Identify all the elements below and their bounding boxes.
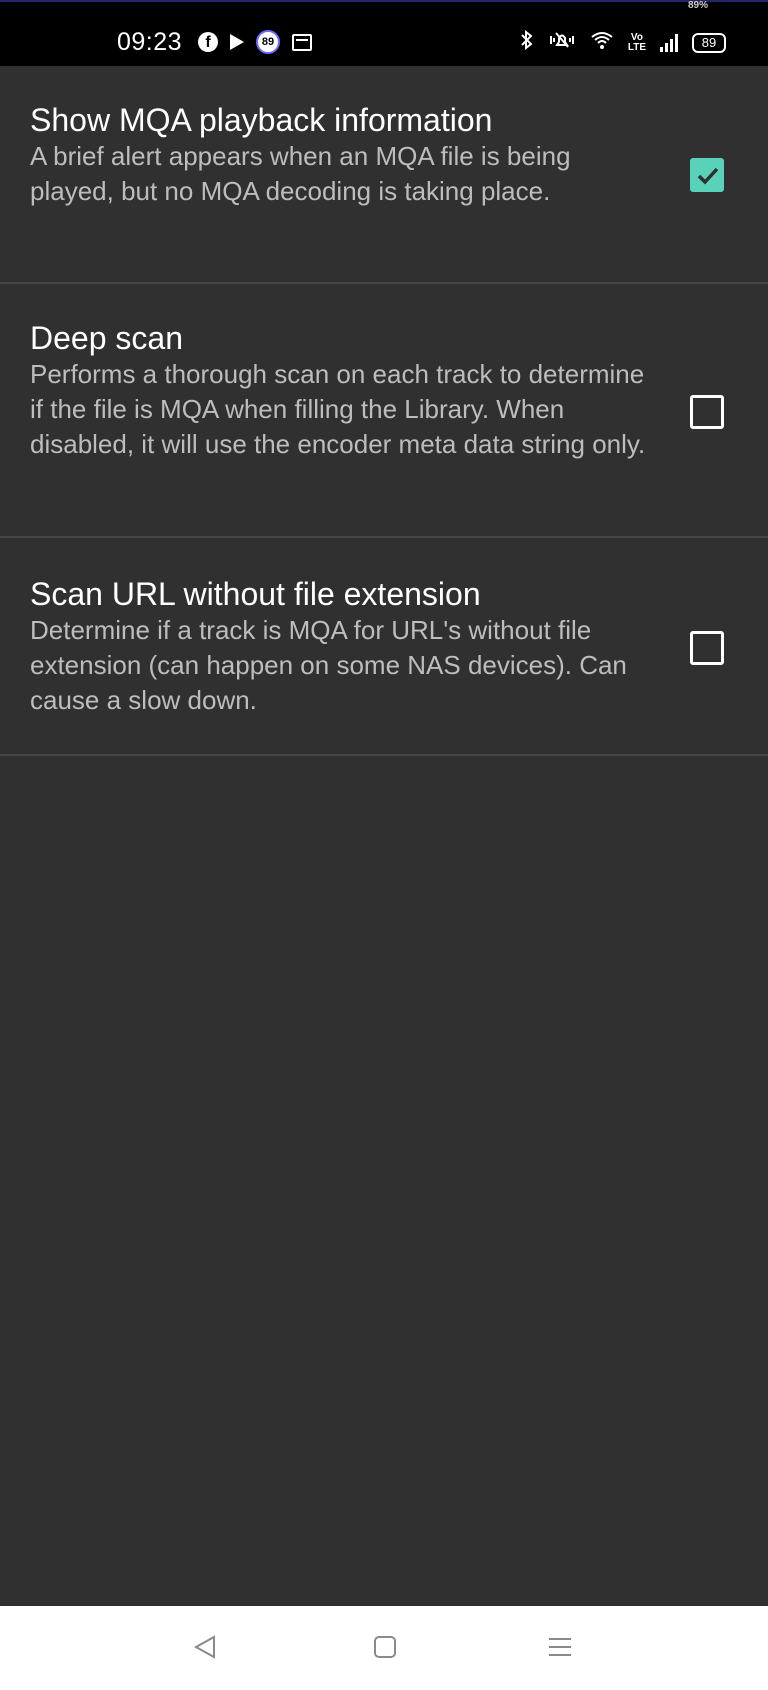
preference-list: Show MQA playback information A brief al… [0,66,768,756]
status-top-percent: 89% [687,0,708,11]
pref-summary: Performs a thorough scan on each track t… [30,359,646,459]
signal-icon [660,33,678,52]
back-icon[interactable] [192,1634,218,1665]
volte-top: Vo [630,31,643,43]
status-notification-icons: f 89 [198,30,312,54]
recents-icon[interactable] [546,1634,574,1665]
pref-scan-url[interactable]: Scan URL without file extension Determin… [0,538,768,756]
volte-bottom: LTE [627,41,646,53]
wifi-icon [590,30,614,55]
status-time: 09:23 [117,28,183,56]
pref-title: Scan URL without file extension [30,576,481,612]
vibrate-icon [548,30,576,55]
pref-summary: A brief alert appears when an MQA file i… [30,141,571,206]
pref-title: Deep scan [30,320,183,356]
home-icon[interactable] [372,1634,398,1665]
battery-icon: 89 [692,32,726,53]
status-bar: 89% 09:23 f 89 Vo LTE 89 [0,0,768,66]
deep-scan-checkbox[interactable] [690,395,724,429]
bluetooth-icon [520,29,534,55]
scan-url-checkbox[interactable] [690,631,724,665]
check-icon [697,167,719,185]
notification-badge: 89 [256,30,280,54]
status-system-icons: Vo LTE 89 [520,29,726,55]
pref-show-mqa-info[interactable]: Show MQA playback information A brief al… [0,66,768,284]
status-progress-line [0,0,768,2]
pref-title: Show MQA playback information [30,102,493,138]
volte-indicator: Vo LTE [627,31,646,53]
pref-summary: Determine if a track is MQA for URL's wi… [30,615,627,715]
facebook-icon: f [198,32,218,52]
show-mqa-info-checkbox[interactable] [690,158,724,192]
pref-deep-scan[interactable]: Deep scan Performs a thorough scan on ea… [0,284,768,538]
screen-icon [292,33,312,51]
play-icon [230,34,244,50]
navigation-bar [0,1606,768,1690]
